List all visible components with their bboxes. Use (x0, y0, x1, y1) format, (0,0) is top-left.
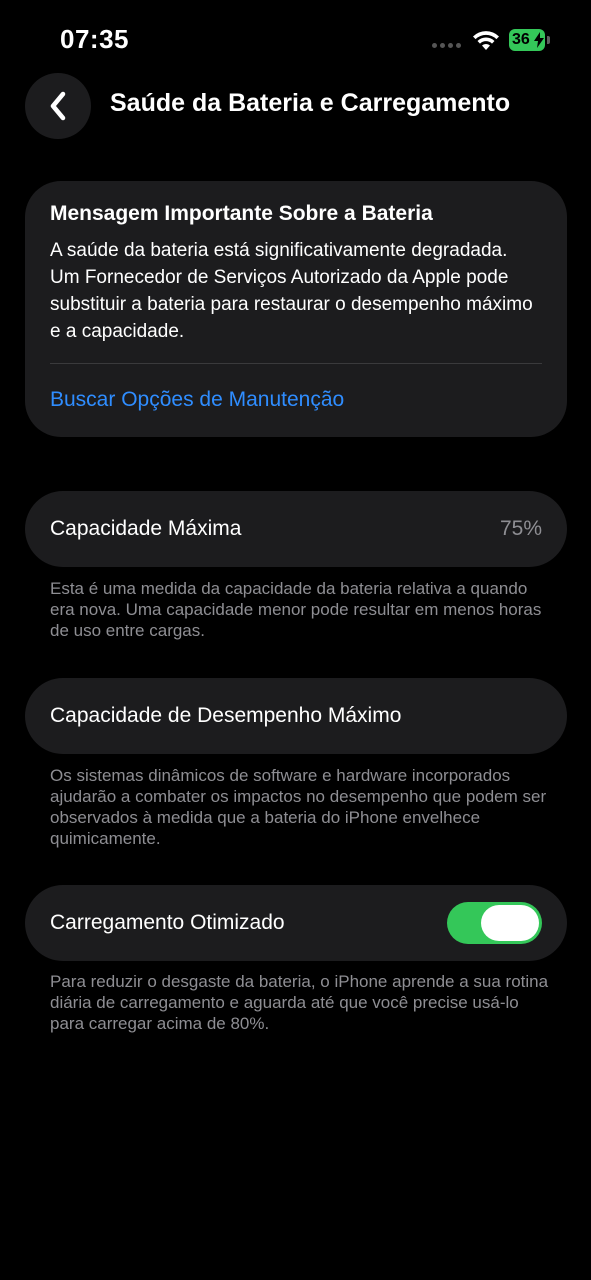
toggle-knob (481, 905, 539, 941)
page-title: Saúde da Bateria e Carregamento (110, 89, 511, 117)
optimized-charging-footnote: Para reduzir o desgaste da bateria, o iP… (50, 972, 549, 1033)
bolt-icon (534, 32, 544, 48)
battery-charging-icon: 36 (509, 29, 551, 51)
max-capacity-footnote: Esta é uma medida da capacidade da bater… (50, 579, 542, 640)
cellular-signal-icon (432, 43, 464, 49)
status-time: 07:35 (60, 24, 129, 54)
service-options-link[interactable]: Buscar Opções de Manutenção (50, 388, 542, 412)
chevron-left-icon (50, 91, 66, 121)
status-bar: 07:35 36 (0, 0, 591, 80)
peak-performance-row: Capacidade de Desempenho Máximo (25, 678, 567, 754)
important-message-card: Mensagem Importante Sobre a Bateria A sa… (25, 181, 567, 437)
back-button[interactable] (25, 73, 91, 139)
max-capacity-value: 75% (499, 517, 542, 540)
message-body: A saúde da bateria está significativamen… (50, 240, 533, 342)
wifi-icon (473, 31, 499, 50)
optimized-charging-row: Carregamento Otimizado (25, 885, 567, 961)
peak-performance-footnote: Os sistemas dinâmicos de software e hard… (50, 766, 547, 848)
message-title: Mensagem Importante Sobre a Bateria (50, 202, 433, 225)
optimized-charging-label: Carregamento Otimizado (50, 911, 285, 934)
peak-performance-label: Capacidade de Desempenho Máximo (50, 704, 402, 727)
max-capacity-row: Capacidade Máxima 75% (25, 491, 567, 567)
optimized-charging-toggle[interactable] (447, 902, 542, 944)
divider (50, 363, 542, 364)
max-capacity-label: Capacidade Máxima (50, 517, 242, 540)
